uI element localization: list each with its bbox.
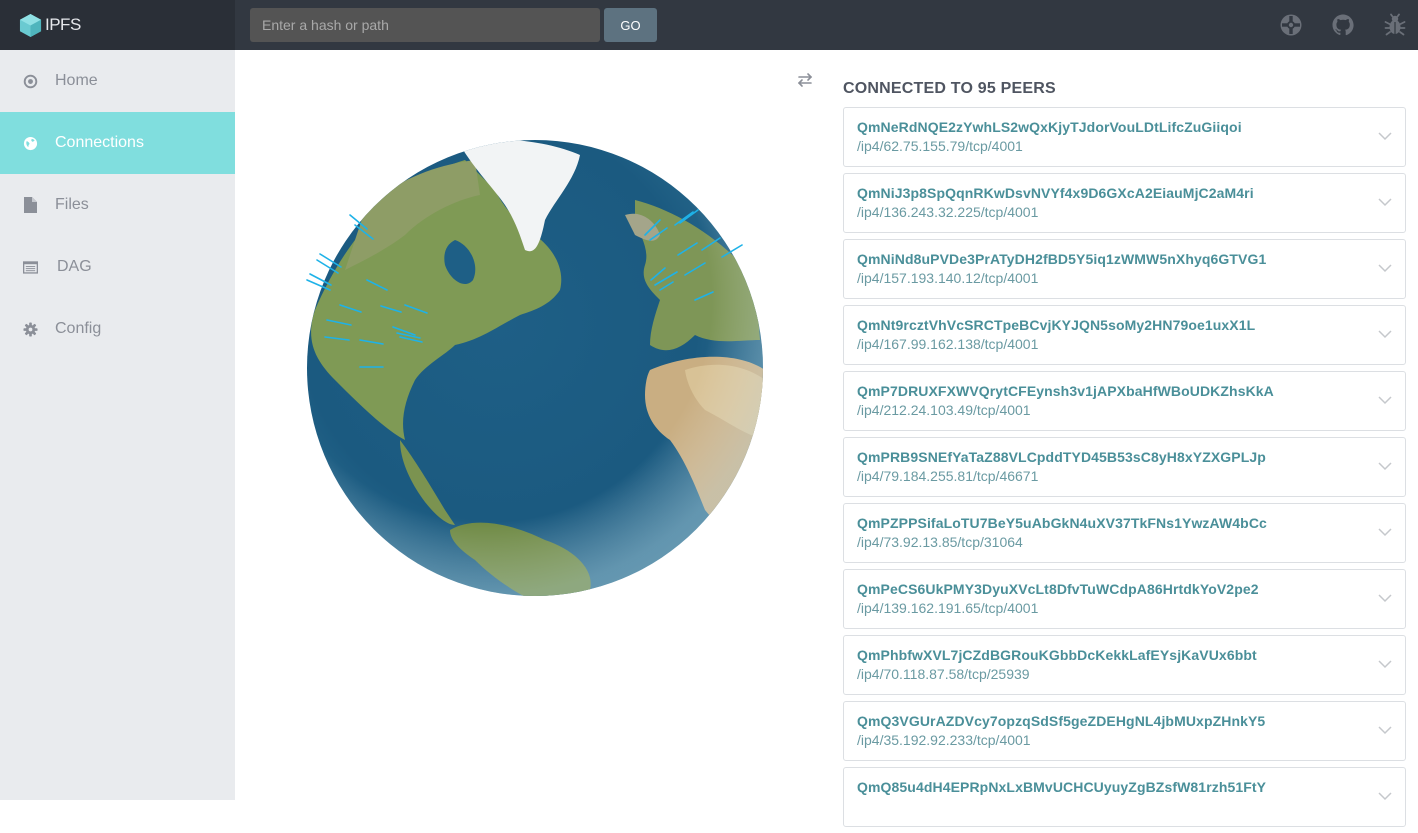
peer-id: QmPZPPSifaLoTU7BeY5uAbGkN4uXV37TkFNs1Ywz… (857, 515, 1267, 531)
peer-address: /ip4/212.24.103.49/tcp/4001 (857, 402, 1031, 418)
chevron-down-icon[interactable] (1378, 725, 1392, 735)
chevron-down-icon[interactable] (1378, 131, 1392, 141)
globe-atmosphere (307, 140, 763, 596)
peer-item[interactable]: QmNiNd8uPVDe3PrATyDH2fBD5Y5iq1zWMW5nXhyq… (843, 239, 1406, 299)
chevron-down-icon[interactable] (1378, 593, 1392, 603)
chevron-down-icon[interactable] (1378, 263, 1392, 273)
peer-item[interactable]: QmQ85u4dH4EPRpNxLxBMvUCHCUyuyZgBZsfW81rz… (843, 767, 1406, 827)
chevron-down-icon[interactable] (1378, 395, 1392, 405)
peer-globe[interactable] (305, 140, 765, 600)
peer-id: QmPhbfwXVL7jCZdBGRouKGbbDcKekkLafEYsjKaV… (857, 647, 1257, 663)
sidebar-item-label: Home (55, 72, 98, 89)
peer-item[interactable]: QmNt9rcztVhVcSRCTpeBCvjKYJQN5soMy2HN79oe… (843, 305, 1406, 365)
chevron-down-icon[interactable] (1378, 527, 1392, 537)
sidebar-item-label: Connections (55, 134, 144, 151)
chevron-down-icon[interactable] (1378, 659, 1392, 669)
gear-icon (23, 321, 38, 337)
peer-item[interactable]: QmPRB9SNEfYaTaZ88VLCpddTYD45B53sC8yH8xYZ… (843, 437, 1406, 497)
peer-address: /ip4/70.118.87.58/tcp/25939 (857, 666, 1030, 682)
sidebar-item-label: DAG (57, 258, 92, 275)
github-icon[interactable] (1331, 13, 1355, 37)
brand-logo[interactable]: IPFS (0, 0, 235, 50)
peer-address: /ip4/35.192.92.233/tcp/4001 (857, 732, 1031, 748)
swap-view-icon[interactable] (797, 72, 813, 88)
peer-item[interactable]: QmPZPPSifaLoTU7BeY5uAbGkN4uXV37TkFNs1Ywz… (843, 503, 1406, 563)
peer-item[interactable]: QmQ3VGUrAZDVcy7opzqSdSf5geZDEHgNL4jbMUxp… (843, 701, 1406, 761)
peer-address: /ip4/136.243.32.225/tcp/4001 (857, 204, 1039, 220)
sidebar-item-files[interactable]: Files (0, 174, 235, 236)
peer-item[interactable]: QmNiJ3p8SpQqnRKwDsvNVYf4x9D6GXcA2EiauMjC… (843, 173, 1406, 233)
peer-address: /ip4/79.184.255.81/tcp/46671 (857, 468, 1039, 484)
chevron-down-icon[interactable] (1378, 329, 1392, 339)
peer-id: QmPeCS6UkPMY3DyuXVcLt8DfvTuWCdpA86HrtdkY… (857, 581, 1259, 597)
sidebar-item-dag[interactable]: DAG (0, 236, 235, 298)
sidebar-item-connections[interactable]: Connections (0, 112, 235, 174)
peer-id: QmNiJ3p8SpQqnRKwDsvNVYf4x9D6GXcA2EiauMjC… (857, 185, 1254, 201)
peer-id: QmNt9rcztVhVcSRCTpeBCvjKYJQN5soMy2HN79oe… (857, 317, 1256, 333)
peer-address: /ip4/157.193.140.12/tcp/4001 (857, 270, 1039, 286)
peer-address: /ip4/62.75.155.79/tcp/4001 (857, 138, 1023, 154)
peer-item[interactable]: QmPeCS6UkPMY3DyuXVcLt8DfvTuWCdpA86HrtdkY… (843, 569, 1406, 629)
peer-id: QmQ3VGUrAZDVcy7opzqSdSf5geZDEHgNL4jbMUxp… (857, 713, 1266, 729)
peer-id: QmNiNd8uPVDe3PrATyDH2fBD5Y5iq1zWMW5nXhyq… (857, 251, 1267, 267)
chevron-down-icon[interactable] (1378, 461, 1392, 471)
sidebar-item-home[interactable]: Home (0, 50, 235, 112)
peer-id: QmP7DRUXFXWVQrytCFEynsh3v1jAPXbaHfWBoUDK… (857, 383, 1274, 399)
peer-item[interactable]: QmPhbfwXVL7jCZdBGRouKGbbDcKekkLafEYsjKaV… (843, 635, 1406, 695)
brand-name: IPFS (45, 15, 81, 34)
peer-id: QmNeRdNQE2zYwhLS2wQxKjyTJdorVouLDtLifcZu… (857, 119, 1242, 135)
go-button[interactable]: GO (604, 8, 657, 42)
chevron-down-icon[interactable] (1378, 197, 1392, 207)
sidebar-item-label: Files (55, 196, 89, 213)
globe-icon (23, 136, 38, 151)
help-lifebuoy-icon[interactable] (1279, 13, 1303, 37)
peer-address: /ip4/73.92.13.85/tcp/31064 (857, 534, 1023, 550)
hash-path-search-input[interactable] (250, 8, 600, 42)
peer-address: /ip4/139.162.191.65/tcp/4001 (857, 600, 1039, 616)
bug-icon[interactable] (1383, 13, 1407, 37)
peer-list: QmNeRdNQE2zYwhLS2wQxKjyTJdorVouLDtLifcZu… (843, 107, 1406, 833)
list-icon (23, 260, 38, 275)
peer-item[interactable]: QmP7DRUXFXWVQrytCFEynsh3v1jAPXbaHfWBoUDK… (843, 371, 1406, 431)
sidebar-item-label: Config (55, 320, 102, 337)
peer-address: /ip4/167.99.162.138/tcp/4001 (857, 336, 1039, 352)
sidebar-item-config[interactable]: Config (0, 298, 235, 360)
ipfs-cube-icon (19, 13, 42, 37)
peer-item[interactable]: QmNeRdNQE2zYwhLS2wQxKjyTJdorVouLDtLifcZu… (843, 107, 1406, 167)
top-bar: IPFS GO (0, 0, 1418, 50)
peer-id: QmQ85u4dH4EPRpNxLxBMvUCHCUyuyZgBZsfW81rz… (857, 779, 1267, 795)
peer-id: QmPRB9SNEfYaTaZ88VLCpddTYD45B53sC8yH8xYZ… (857, 449, 1266, 465)
connected-peers-heading: CONNECTED TO 95 PEERS (843, 80, 1056, 97)
target-icon (23, 74, 38, 89)
sidebar: Home Connections Files DAG Config (0, 50, 235, 800)
file-icon (23, 197, 38, 213)
connections-page: CONNECTED TO 95 PEERS QmNeRdNQE2zYwhLS2w… (235, 50, 1418, 827)
